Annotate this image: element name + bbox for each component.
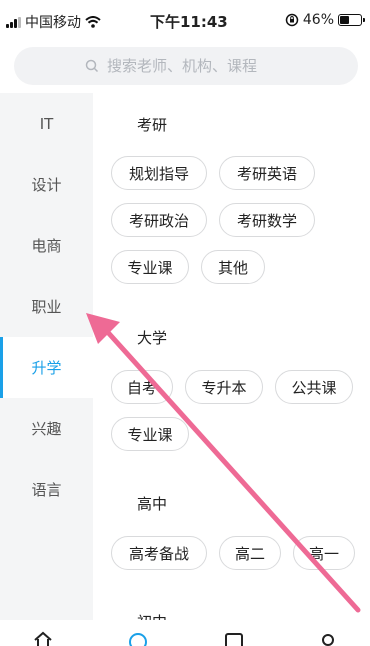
signal-icon <box>6 16 21 28</box>
section-title: 初中 <box>137 611 167 620</box>
sidebar-item-label: 升学 <box>31 359 62 377</box>
status-bar: 中国移动 下午11:43 46% <box>0 0 370 40</box>
tag-chip[interactable]: 规划指导 <box>111 156 207 190</box>
tag-chip[interactable]: 公共课 <box>275 370 353 404</box>
clock: 下午11:43 <box>150 13 228 31</box>
tag-chip[interactable]: 专升本 <box>185 370 263 404</box>
status-left: 中国移动 <box>6 12 101 32</box>
tag-chip[interactable]: 专业课 <box>111 250 189 284</box>
section-title: 大学 <box>137 329 168 347</box>
sidebar-item-label: IT <box>39 114 54 133</box>
sidebar-item-ecommerce[interactable]: 电商 <box>0 215 93 276</box>
wifi-icon <box>85 16 101 28</box>
tag-chip[interactable]: 专业课 <box>111 417 189 451</box>
sidebar-item-language[interactable]: 语言 <box>0 459 93 520</box>
study-icon[interactable] <box>224 630 244 646</box>
tag-chip[interactable]: 高二 <box>219 536 281 570</box>
sidebar-item-design[interactable]: 设计 <box>0 154 93 215</box>
sidebar-item-career[interactable]: 职业 <box>0 276 93 337</box>
section-title: 考研 <box>137 116 168 134</box>
sidebar-item-label: 职业 <box>31 298 62 316</box>
tag-chip[interactable]: 高一 <box>293 536 355 570</box>
battery-icon <box>338 14 365 26</box>
sidebar-item-label: 电商 <box>31 237 62 255</box>
category-sidebar: IT 设计 电商 职业 升学 兴趣 语言 <box>0 93 93 646</box>
category-content: 考研 规划指导 考研英语 考研政治 考研数学 专业课 其他 大学 自考 专升本 … <box>93 93 370 620</box>
tag-chip[interactable]: 自考 <box>111 370 173 404</box>
tag-chip[interactable]: 考研英语 <box>219 156 315 190</box>
sidebar-item-label: 设计 <box>31 176 62 194</box>
search-input[interactable] <box>107 57 287 75</box>
sidebar-item-label: 兴趣 <box>31 420 62 438</box>
tag-chip[interactable]: 其他 <box>201 250 265 284</box>
battery-percent: 46% <box>302 12 334 28</box>
discover-icon[interactable] <box>128 630 148 646</box>
sidebar-item-hobby[interactable]: 兴趣 <box>0 398 93 459</box>
carrier-name: 中国移动 <box>25 15 81 31</box>
search-bar[interactable] <box>14 47 358 85</box>
status-right: 46% <box>285 12 365 28</box>
sidebar-item-it[interactable]: IT <box>0 93 93 154</box>
tag-chip[interactable]: 高考备战 <box>111 536 207 570</box>
profile-icon[interactable] <box>318 630 338 646</box>
search-icon <box>85 59 99 73</box>
bottom-tab-bar <box>0 620 370 646</box>
tag-chip[interactable]: 考研数学 <box>219 203 315 237</box>
tag-chip[interactable]: 考研政治 <box>111 203 207 237</box>
section-title: 高中 <box>137 495 168 513</box>
orientation-lock-icon <box>285 13 299 27</box>
home-icon[interactable] <box>33 630 53 646</box>
sidebar-item-further-education[interactable]: 升学 <box>0 337 93 398</box>
sidebar-item-label: 语言 <box>31 481 62 499</box>
